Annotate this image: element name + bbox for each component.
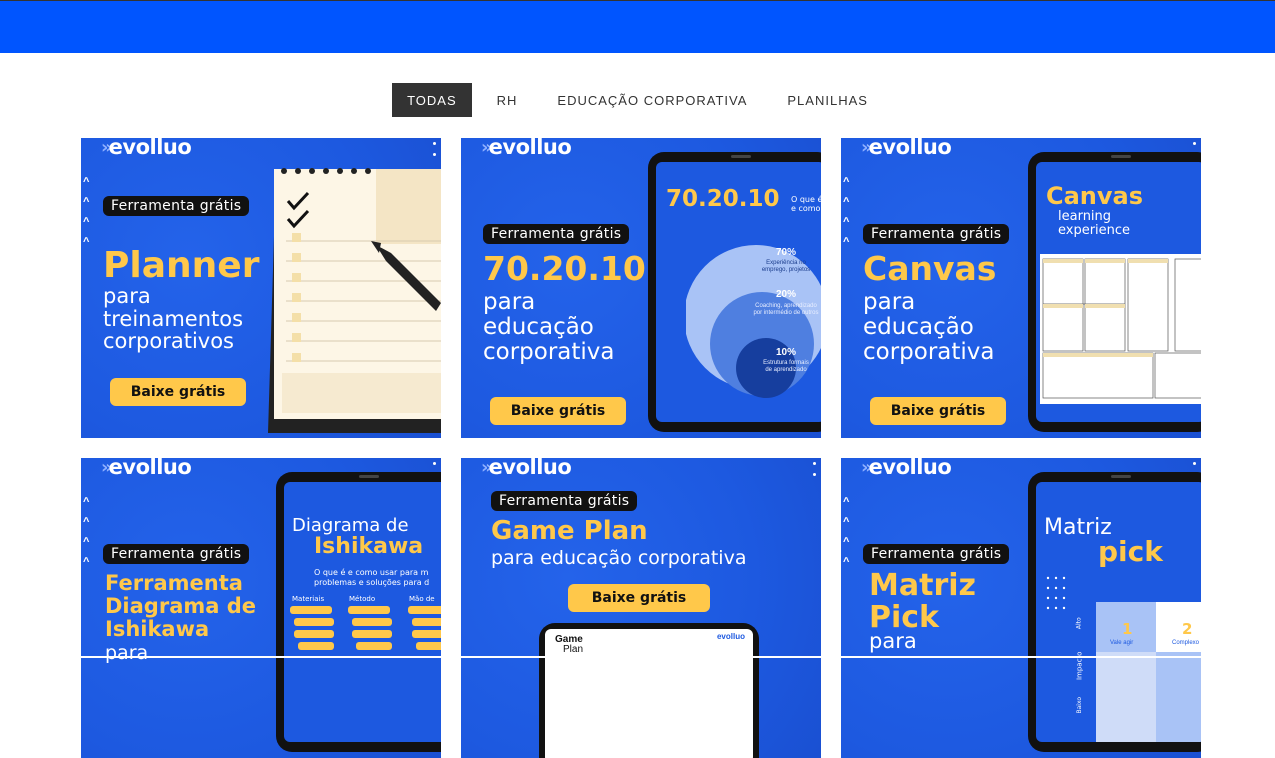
tablet-mockup: Diagrama de Ishikawa O que é e como usar… [276, 472, 441, 752]
card-title: Game Plan [491, 516, 648, 546]
tag-badge: Ferramenta grátis [103, 196, 250, 216]
card-title: Ferramenta Diagrama de Ishikawa [105, 571, 256, 642]
document-mockup: Game Plan evolluo [539, 623, 759, 758]
filter-todas[interactable]: TODAS [392, 83, 472, 117]
card-title: 70.20.10 [483, 249, 646, 288]
tag-badge: Ferramenta grátis [863, 224, 1010, 244]
card-title: Canvas [863, 249, 997, 288]
pick-matrix: 1 Vale agir 2 Complexo Alto Impacto Baix… [1075, 602, 1201, 742]
card-ishikawa[interactable]: » evolluo ^ ^ ^ ^ Ferramenta grátis Ferramen… [81, 458, 441, 758]
filter-educacao-corporativa[interactable]: EDUCAÇÃO CORPORATIVA [542, 83, 762, 117]
card-subtitle: para educação corporativa [483, 289, 615, 365]
notepad-illustration [268, 168, 441, 433]
download-button[interactable]: Baixe grátis [110, 378, 246, 406]
tag-badge: Ferramenta grátis [863, 544, 1010, 564]
tablet-mockup: Canvas learning experience [1028, 152, 1201, 432]
evolluo-logo: » evolluo [481, 138, 572, 159]
card-title: Matriz Pick [869, 568, 976, 636]
download-button[interactable]: Baixe grátis [870, 397, 1006, 425]
dot-pattern [1046, 576, 1066, 610]
evolluo-logo: » evolluo [861, 458, 952, 479]
tag-badge: Ferramenta grátis [103, 544, 250, 564]
filter-planilhas[interactable]: PLANILHAS [772, 83, 883, 117]
evolluo-logo: » evolluo [101, 138, 192, 159]
evolluo-logo: » evolluo [481, 458, 572, 479]
card-subtitle: para [105, 642, 149, 664]
card-matriz-pick[interactable]: » evolluo ^ ^ ^ ^ Ferramenta grátis Matriz P… [841, 458, 1201, 758]
filter-rh[interactable]: RH [482, 83, 533, 117]
card-game-plan[interactable]: » evolluo Ferramenta grátis Game Plan par… [461, 458, 821, 758]
tablet-mockup: 70.20.10 O que é e como 70% Experiência … [648, 152, 821, 432]
download-button[interactable]: Baixe grátis [490, 397, 626, 425]
card-subtitle: para treinamentos corporativos [103, 284, 244, 354]
filter-tabs: TODAS RH EDUCAÇÃO CORPORATIVA PLANILHAS [0, 83, 1275, 117]
tablet-mockup: Matriz pick 1 Vale agir 2 Complexo Alto [1028, 472, 1201, 752]
tag-badge: Ferramenta grátis [483, 224, 630, 244]
header-bar [0, 1, 1275, 53]
card-canvas[interactable]: » evolluo ^ ^ ^ ^ Ferramenta grátis Canvas p… [841, 138, 1201, 438]
tag-badge: Ferramenta grátis [491, 491, 638, 511]
card-70-20-10[interactable]: » evolluo Ferramenta grátis 70.20.10 para… [461, 138, 821, 438]
card-subtitle: para educação corporativa [863, 289, 995, 365]
card-subtitle: para [869, 629, 917, 653]
card-planner[interactable]: » evolluo ^ ^ ^ ^ Ferramenta grátis Planner … [81, 138, 441, 438]
card-title: Planner [103, 245, 260, 286]
evolluo-logo: » evolluo [101, 458, 192, 479]
evolluo-logo: » evolluo [861, 138, 952, 159]
canvas-template [1040, 254, 1201, 404]
download-button[interactable]: Baixe grátis [568, 584, 710, 612]
card-subtitle: para educação corporativa [491, 547, 747, 569]
